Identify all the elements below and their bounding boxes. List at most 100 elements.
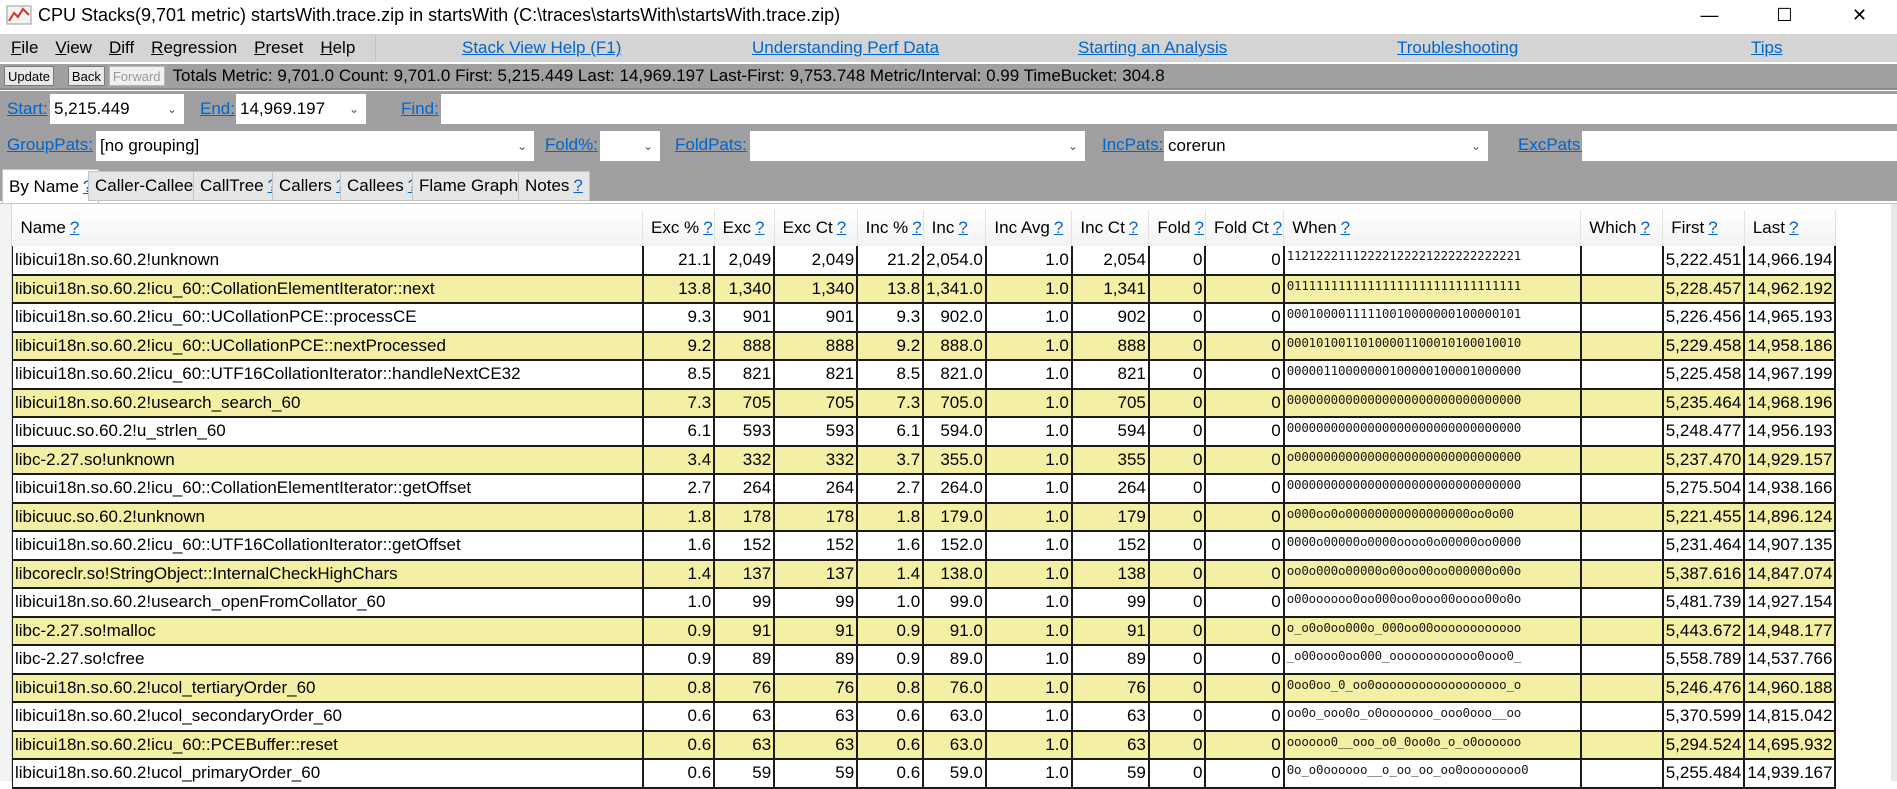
cell-name[interactable]: libicui18n.so.60.2!unknown: [12, 246, 644, 276]
table-row[interactable]: libicui18n.so.60.2!icu_60::PCEBuffer::re…: [12, 730, 1837, 760]
maximize-button[interactable]: ☐: [1747, 0, 1822, 30]
update-button[interactable]: Update: [4, 66, 54, 86]
tab-notes[interactable]: Notes?: [518, 171, 590, 201]
column-header-exc-ct[interactable]: Exc Ct?: [774, 210, 858, 246]
menu-diff[interactable]: Diff: [106, 38, 142, 58]
table-row[interactable]: libicuuc.so.60.2!u_strlen_60 6.1 593 593 6.1…: [12, 417, 1837, 447]
excpats-label[interactable]: ExcPats:: [1518, 135, 1585, 155]
help-link[interactable]: ?: [1640, 218, 1649, 237]
foldpats-label[interactable]: FoldPats:: [675, 135, 747, 155]
table-row[interactable]: libicui18n.so.60.2!icu_60::CollationElem…: [12, 274, 1837, 304]
close-button[interactable]: ✕: [1822, 0, 1897, 30]
chevron-down-icon[interactable]: ⌄: [160, 94, 184, 124]
grouppats-field[interactable]: [no grouping] ⌄: [96, 131, 534, 161]
cell-name[interactable]: libicui18n.so.60.2!icu_60::UCollationPCE…: [12, 303, 644, 333]
help-link[interactable]: ?: [755, 218, 764, 237]
table-row[interactable]: libicui18n.so.60.2!icu_60::UCollationPCE…: [12, 303, 1837, 333]
table-row[interactable]: libicui18n.so.60.2!ucol_primaryOrder_60 0…: [12, 759, 1837, 789]
table-row[interactable]: libicui18n.so.60.2!ucol_secondaryOrder_6…: [12, 702, 1837, 732]
column-header-name[interactable]: Name?: [12, 210, 643, 246]
table-row[interactable]: libicuuc.so.60.2!unknown 1.8 178 178 1.8 179.…: [12, 502, 1837, 532]
help-link[interactable]: ?: [912, 218, 921, 237]
cell-name[interactable]: libicui18n.so.60.2!icu_60::UTF16Collatio…: [12, 531, 644, 561]
cell-name[interactable]: libicui18n.so.60.2!usearch_search_60: [12, 388, 644, 418]
cell-name[interactable]: libcoreclr.so!StringObject::InternalChec…: [12, 559, 644, 589]
chevron-down-icon[interactable]: ⌄: [1061, 131, 1085, 161]
help-link[interactable]: ?: [1341, 218, 1350, 237]
column-header-fold[interactable]: Fold?: [1148, 210, 1206, 246]
chevron-down-icon[interactable]: ⌄: [342, 94, 366, 124]
table-row[interactable]: libicui18n.so.60.2!icu_60::UCollationPCE…: [12, 331, 1837, 361]
column-header-first[interactable]: First?: [1662, 210, 1745, 246]
menu-file[interactable]: File: [8, 38, 46, 58]
column-header-last[interactable]: Last?: [1744, 210, 1836, 246]
forward-button[interactable]: Forward: [108, 66, 165, 86]
cell-name[interactable]: libc-2.27.so!malloc: [12, 616, 644, 646]
table-row[interactable]: libc-2.27.so!cfree 0.9 89 89 0.9 89.0 1.0 89 0 0 _…: [12, 645, 1837, 675]
find-label[interactable]: Find:: [401, 99, 439, 119]
cell-name[interactable]: libicui18n.so.60.2!icu_60::CollationElem…: [12, 474, 644, 504]
help-link[interactable]: ?: [703, 218, 712, 237]
column-header-inc-avg[interactable]: Inc Avg?: [985, 210, 1073, 246]
help-link[interactable]: ?: [1054, 218, 1063, 237]
end-label[interactable]: End:: [200, 99, 235, 119]
minimize-button[interactable]: —: [1672, 0, 1747, 30]
tips-link[interactable]: Tips: [1751, 38, 1783, 58]
column-header-fold-ct[interactable]: Fold Ct?: [1205, 210, 1285, 246]
help-link[interactable]: ?: [837, 218, 846, 237]
table-row[interactable]: libicui18n.so.60.2!ucol_tertiaryOrder_60…: [12, 673, 1837, 703]
table-row[interactable]: libc-2.27.so!malloc 0.9 91 91 0.9 91.0 1.0 91 0 0…: [12, 616, 1837, 646]
cell-name[interactable]: libicui18n.so.60.2!ucol_secondaryOrder_6…: [12, 702, 644, 732]
help-link[interactable]: ?: [1789, 218, 1798, 237]
foldpct-field[interactable]: ⌄: [600, 131, 660, 161]
grouppats-label[interactable]: GroupPats:: [7, 135, 93, 155]
excpats-input[interactable]: [1582, 131, 1897, 161]
menu-regression[interactable]: Regression: [148, 38, 245, 58]
help-link[interactable]: ?: [958, 218, 967, 237]
help-link[interactable]: ?: [573, 176, 582, 196]
stack-view-help-link[interactable]: Stack View Help (F1): [462, 38, 621, 58]
menu-view[interactable]: View: [52, 38, 100, 58]
incpats-field[interactable]: corerun ⌄: [1164, 131, 1488, 161]
cell-name[interactable]: libicui18n.so.60.2!icu_60::CollationElem…: [12, 274, 644, 304]
understanding-perf-data-link[interactable]: Understanding Perf Data: [752, 38, 939, 58]
cell-name[interactable]: libicuuc.so.60.2!u_strlen_60: [12, 417, 644, 447]
table-row[interactable]: libicui18n.so.60.2!icu_60::CollationElem…: [12, 474, 1837, 504]
troubleshooting-link[interactable]: Troubleshooting: [1397, 38, 1518, 58]
end-field[interactable]: 14,969.197 ⌄: [236, 94, 366, 124]
starting-an-analysis-link[interactable]: Starting an Analysis: [1078, 38, 1227, 58]
help-link[interactable]: ?: [1129, 218, 1138, 237]
foldpct-label[interactable]: Fold%:: [545, 135, 598, 155]
cell-name[interactable]: libicui18n.so.60.2!icu_60::UCollationPCE…: [12, 331, 644, 361]
help-link[interactable]: ?: [1708, 218, 1717, 237]
cell-name[interactable]: libicui18n.so.60.2!ucol_tertiaryOrder_60: [12, 673, 644, 703]
menu-help[interactable]: Help: [317, 38, 363, 58]
help-link[interactable]: ?: [70, 218, 79, 237]
start-label[interactable]: Start:: [7, 99, 48, 119]
cell-name[interactable]: libc-2.27.so!unknown: [12, 445, 644, 475]
help-link[interactable]: ?: [1194, 218, 1203, 237]
menu-preset[interactable]: Preset: [251, 38, 311, 58]
cell-name[interactable]: libicui18n.so.60.2!usearch_openFromColla…: [12, 588, 644, 618]
column-header-inc[interactable]: Inc?: [923, 210, 987, 246]
column-header-inc[interactable]: Inc %?: [857, 210, 924, 246]
help-link[interactable]: ?: [1273, 218, 1282, 237]
table-row[interactable]: libicui18n.so.60.2!usearch_search_60 7.3 7…: [12, 388, 1837, 418]
tab-calltree[interactable]: CallTree?: [193, 171, 285, 201]
column-header-exc[interactable]: Exc %?: [642, 210, 715, 246]
cell-name[interactable]: libc-2.27.so!cfree: [12, 645, 644, 675]
column-header-when[interactable]: When?: [1283, 210, 1582, 246]
chevron-down-icon[interactable]: ⌄: [636, 131, 660, 161]
column-header-which[interactable]: Which?: [1580, 210, 1664, 246]
incpats-label[interactable]: IncPats:: [1102, 135, 1163, 155]
back-button[interactable]: Back: [67, 66, 105, 86]
table-row[interactable]: libicui18n.so.60.2!unknown 21.1 2,049 2,049…: [12, 246, 1837, 276]
chevron-down-icon[interactable]: ⌄: [1464, 131, 1488, 161]
cell-name[interactable]: libicui18n.so.60.2!icu_60::PCEBuffer::re…: [12, 730, 644, 760]
cell-name[interactable]: libicui18n.so.60.2!icu_60::UTF16Collatio…: [12, 360, 644, 390]
table-row[interactable]: libicui18n.so.60.2!icu_60::UTF16Collatio…: [12, 360, 1837, 390]
foldpats-field[interactable]: ⌄: [750, 131, 1085, 161]
table-row[interactable]: libicui18n.so.60.2!usearch_openFromColla…: [12, 588, 1837, 618]
tab-by-name[interactable]: By Name?: [2, 169, 100, 203]
start-field[interactable]: 5,215.449 ⌄: [50, 94, 184, 124]
